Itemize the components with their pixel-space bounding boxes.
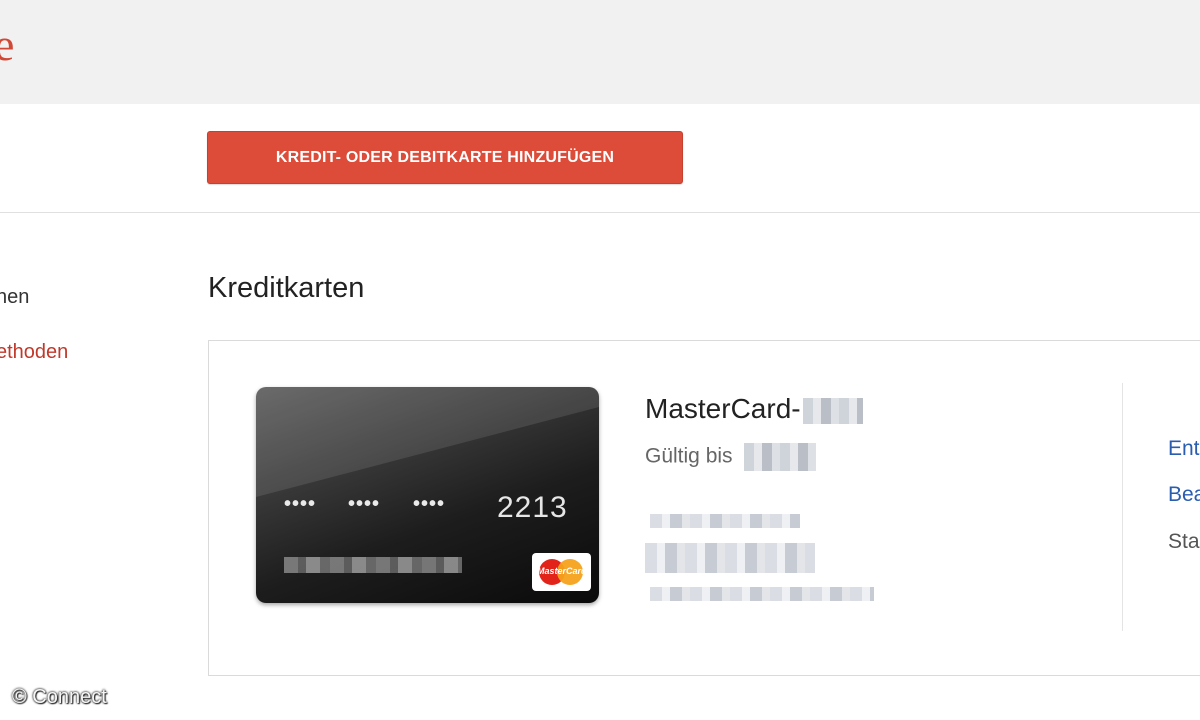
add-card-button[interactable]: KREDIT- ODER DEBITKARTE HINZUFÜGEN (207, 131, 683, 184)
section-title: Kreditkarten (208, 272, 365, 304)
billing-address-blurred (650, 514, 800, 528)
card-masked-group: •••• (348, 493, 381, 515)
remove-link[interactable]: Ent (1168, 437, 1200, 461)
sidebar-item-transactions[interactable]: hen (0, 287, 29, 307)
billing-address-blurred (645, 543, 815, 573)
card-masked-group: •••• (413, 493, 446, 515)
status-text: Sta (1168, 530, 1200, 553)
credit-card-image: •••• •••• •••• 2213 MasterCard (256, 387, 599, 603)
mastercard-logo-icon: MasterCard (532, 553, 591, 591)
card-number-blurred (802, 397, 863, 424)
header-divider (0, 212, 1200, 213)
card-last-four: 2213 (497, 491, 568, 524)
actions-separator (1122, 383, 1123, 631)
billing-address-blurred (650, 587, 874, 601)
cardholder-name-blurred (284, 557, 462, 573)
sidebar-item-payment-methods[interactable]: ethoden (0, 342, 68, 362)
mastercard-logo-text: MasterCard (537, 566, 587, 576)
card-title: MasterCard- (645, 393, 863, 425)
card-expiry-label: Gültig bis (645, 444, 733, 468)
watermark: © Connect (12, 686, 107, 708)
card-masked-group: •••• (284, 493, 317, 515)
edit-link[interactable]: Bea (1168, 483, 1200, 507)
card-name-label: MasterCard- (645, 393, 801, 424)
logo: e (0, 19, 15, 70)
card-expiry-blurred (744, 443, 817, 471)
top-bar: e (0, 0, 1200, 104)
card-expiry: Gültig bis (645, 443, 817, 471)
